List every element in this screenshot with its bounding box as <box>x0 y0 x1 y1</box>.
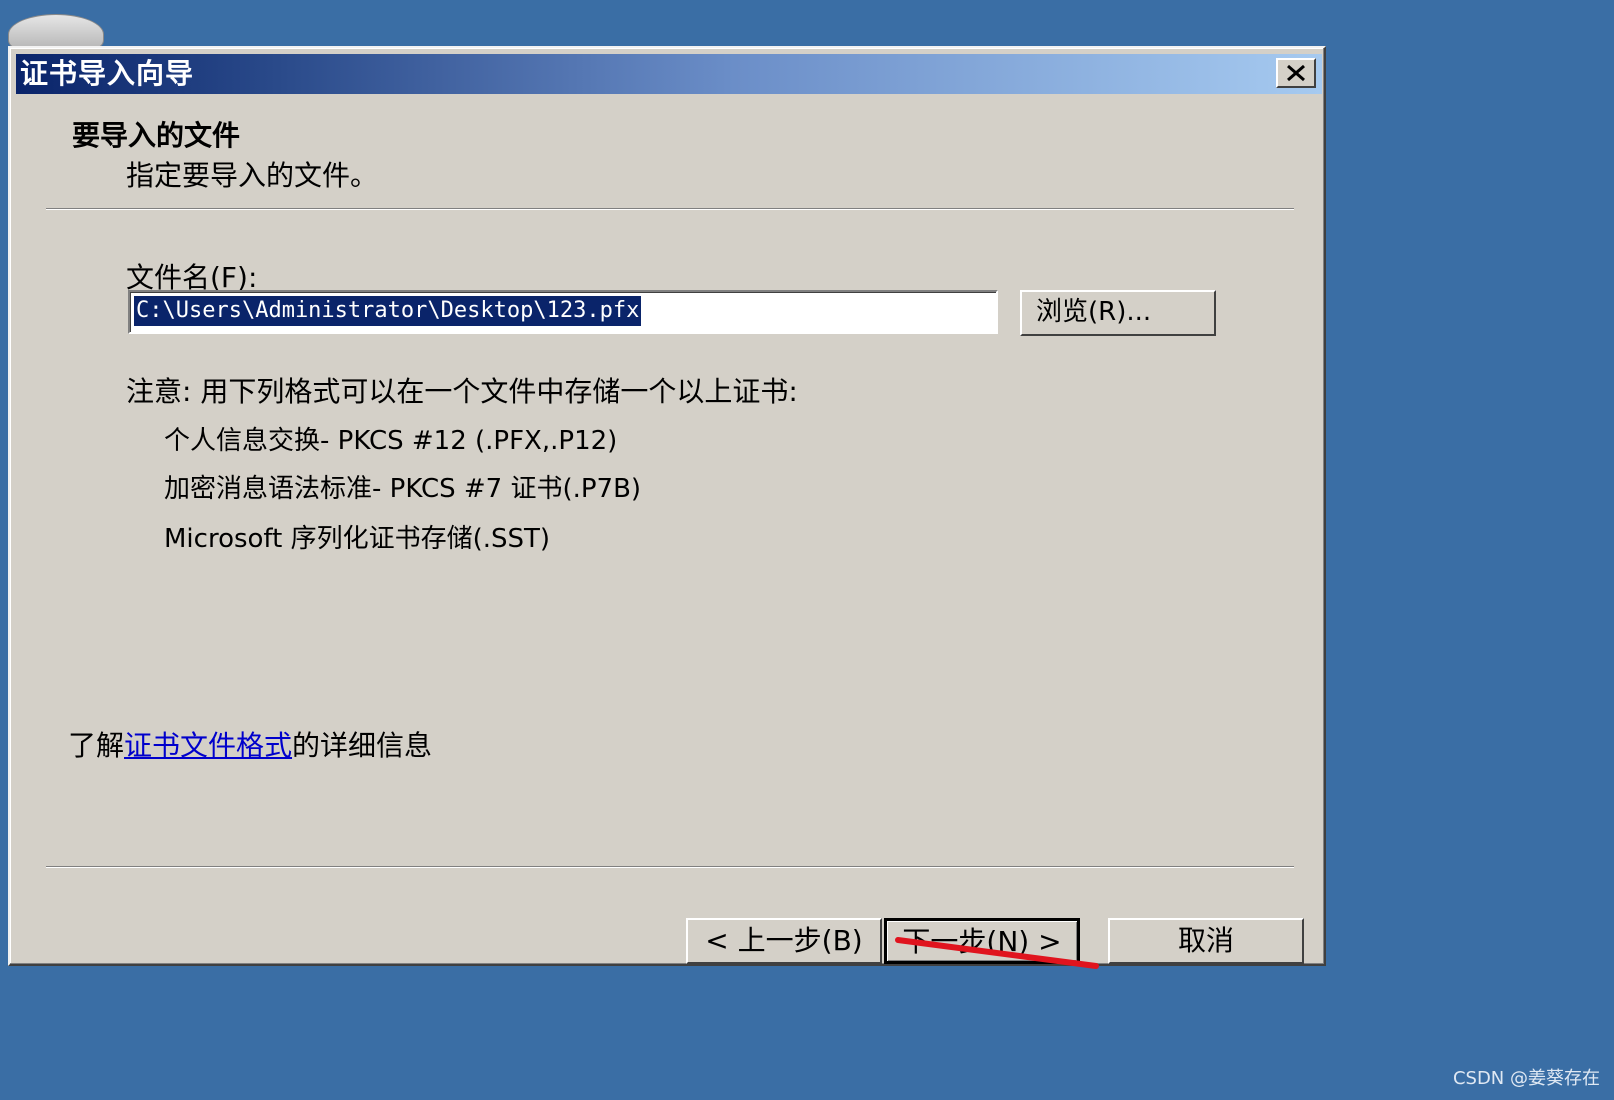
format-item-p7b: 加密消息语法标准- PKCS #7 证书(.P7B) <box>164 474 642 504</box>
close-button[interactable] <box>1276 58 1316 88</box>
certificate-file-formats-link[interactable]: 证书文件格式 <box>124 729 292 762</box>
footer-divider <box>46 866 1294 868</box>
format-item-sst: Microsoft 序列化证书存储(.SST) <box>164 524 551 554</box>
cancel-button[interactable]: 取消 <box>1108 918 1304 964</box>
close-icon <box>1287 64 1305 82</box>
window-title: 证书导入向导 <box>20 57 195 90</box>
browse-button[interactable]: 浏览(R)... <box>1020 290 1216 336</box>
certificate-import-wizard-dialog: 证书导入向导 要导入的文件 指定要导入的文件。 文件名(F): C:\Users… <box>8 46 1326 966</box>
csdn-watermark: CSDN @姜葵存在 <box>1452 1068 1600 1089</box>
section-title: 要导入的文件 <box>72 119 241 152</box>
back-button[interactable]: < 上一步(B) <box>686 918 882 964</box>
more-info-suffix: 的详细信息 <box>292 729 433 762</box>
section-subtitle: 指定要导入的文件。 <box>126 159 379 192</box>
more-info-line: 了解证书文件格式的详细信息 <box>68 724 432 764</box>
header-divider <box>46 208 1294 210</box>
format-note: 注意: 用下列格式可以在一个文件中存储一个以上证书: <box>126 375 798 408</box>
file-name-input[interactable]: C:\Users\Administrator\Desktop\123.pfx <box>128 290 998 334</box>
next-button[interactable]: 下一步(N) > <box>884 918 1080 964</box>
more-info-prefix: 了解 <box>68 729 125 762</box>
file-name-value: C:\Users\Administrator\Desktop\123.pfx <box>134 296 642 326</box>
title-bar[interactable]: 证书导入向导 <box>16 54 1322 94</box>
recycle-bin-icon[interactable] <box>8 14 104 48</box>
format-item-pfx: 个人信息交换- PKCS #12 (.PFX,.P12) <box>164 426 618 456</box>
